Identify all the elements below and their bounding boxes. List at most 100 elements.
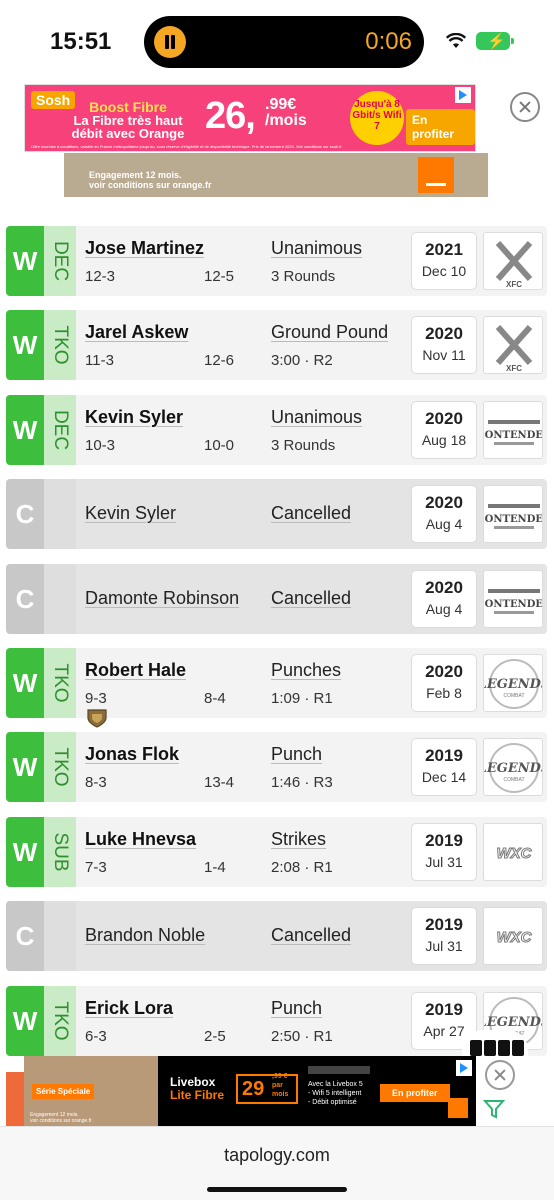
fight-year: 2019 [425, 1000, 463, 1019]
opponent-link[interactable]: Kevin Syler [85, 503, 176, 524]
clock: 15:51 [50, 28, 112, 55]
ad-cta-button[interactable]: En profiter [406, 109, 475, 145]
promotion-logo[interactable]: CONTENDER [483, 570, 543, 628]
date-box[interactable]: 2019 Jul 31 [411, 907, 477, 965]
fight-date: Feb 8 [426, 685, 462, 701]
method-text: TKO [50, 663, 71, 703]
finish-method-link[interactable]: Punches [271, 660, 341, 681]
opponent-link[interactable]: Jose Martinez [85, 238, 204, 259]
date-box[interactable]: 2020 Feb 8 [411, 654, 477, 712]
opponent-link[interactable]: Damonte Robinson [85, 588, 239, 609]
fight-year: 2020 [425, 578, 463, 597]
finish-method-link[interactable]: Punch [271, 744, 322, 765]
ad-cta-button[interactable]: En profiter [380, 1084, 450, 1102]
fight-row[interactable]: W DEC Kevin Syler 10-3 10-0 3 Rounds Unanimous… [6, 395, 547, 465]
adchoices-icon[interactable] [456, 1060, 472, 1076]
svg-text:XFC: XFC [506, 364, 522, 373]
result-badge: W [6, 986, 44, 1056]
result-badge: C [6, 479, 44, 549]
finish-method-link[interactable]: Cancelled [271, 503, 351, 524]
promotion-logo[interactable]: CONTENDER [483, 485, 543, 543]
fight-year: 2020 [425, 409, 463, 428]
ad-fine-print: Offre soumise à conditions, valable en F… [31, 144, 342, 149]
opponent-link[interactable]: Erick Lora [85, 998, 173, 1019]
ad-sub-text: Engagement 12 mois. voir conditions sur … [89, 170, 212, 190]
promotion-logo[interactable]: XFC [483, 232, 543, 290]
contender-logo-icon: CONTENDER [484, 420, 542, 445]
dynamic-island[interactable]: 0:06 [144, 16, 424, 68]
close-ad-icon[interactable] [510, 92, 540, 122]
date-box[interactable]: 2020 Aug 18 [411, 401, 477, 459]
fight-year: 2020 [425, 662, 463, 681]
opponent-record: 10-0 [204, 437, 235, 454]
fight-row[interactable]: W SUB Luke Hnevsa 7-3 1-4 2:08 · R1 Strikes 201… [6, 817, 547, 887]
promotion-logo[interactable]: LEGENDSCOMBAT [483, 654, 543, 712]
date-box[interactable]: 2020 Nov 11 [411, 316, 477, 374]
promotion-logo[interactable]: WXC [483, 907, 543, 965]
fight-date: Jul 31 [425, 854, 463, 870]
fighter-record: 12-3 [85, 268, 116, 285]
opponent-link[interactable]: Jarel Askew [85, 322, 188, 343]
ad-price: 29 ,99 € par mois [236, 1073, 298, 1104]
fight-row[interactable]: W TKO Robert Hale 9-3 8-4 1:09 · R1 Punches 202… [6, 648, 547, 728]
finish-method-link[interactable]: Ground Pound [271, 322, 388, 343]
finish-method-link[interactable]: Unanimous [271, 407, 362, 428]
finish-method-link[interactable]: Unanimous [271, 238, 362, 259]
fight-date: Aug 18 [421, 432, 467, 448]
fighter-record: 7-3 [85, 859, 107, 876]
fight-row[interactable]: W DEC Jose Martinez 12-3 12-5 3 Rounds Unanimo… [6, 226, 547, 296]
promotion-logo[interactable]: XFC [483, 316, 543, 374]
top-ad-subbanner[interactable]: Engagement 12 mois. voir conditions sur … [64, 153, 488, 197]
date-box[interactable]: 2020 Aug 4 [411, 570, 477, 628]
ad-title-1: Livebox [170, 1075, 216, 1089]
ad-sub-text-1: Engagement 12 mois. [89, 170, 182, 180]
fight-year: 2019 [425, 831, 463, 850]
xfc-logo-icon: XFC [495, 241, 533, 289]
date-box[interactable]: 2020 Aug 4 [411, 485, 477, 543]
bottom-ad-banner[interactable]: Série Spéciale Engagement 12 mois. voir … [24, 1056, 476, 1126]
finish-method-link[interactable]: Cancelled [271, 925, 351, 946]
opponent-link[interactable]: Luke Hnevsa [85, 829, 196, 850]
fighter-record: 10-3 [85, 437, 116, 454]
adchoices-icon[interactable] [455, 87, 471, 103]
pause-icon[interactable] [154, 26, 186, 58]
method-label: TKO [44, 986, 76, 1056]
finish-method-link[interactable]: Strikes [271, 829, 326, 850]
method-label: SUB [44, 817, 76, 887]
opponent-record: 2-5 [204, 1028, 226, 1045]
livebox-image [308, 1066, 370, 1074]
date-box[interactable]: 2021 Dec 10 [411, 232, 477, 290]
opponent-link[interactable]: Robert Hale [85, 660, 186, 681]
home-indicator[interactable] [207, 1187, 347, 1192]
filter-icon[interactable] [483, 1098, 505, 1120]
fight-row[interactable]: W TKO Jarel Askew 11-3 12-6 3:00 · R2 Ground P… [6, 310, 547, 380]
fight-date: Aug 4 [425, 601, 463, 617]
promotion-logo[interactable]: WXC [483, 823, 543, 881]
ad-per: /mois [265, 112, 307, 129]
opponent-link[interactable]: Brandon Noble [85, 925, 205, 946]
promotion-logo[interactable]: CONTENDER [483, 401, 543, 459]
fight-row[interactable]: W TKO Jonas Flok 8-3 13-4 1:46 · R3 Punch 2019 D… [6, 732, 547, 802]
finish-method-link[interactable]: Cancelled [271, 588, 351, 609]
fight-row[interactable]: C Damonte Robinson Cancelled 2020 Aug 4 CONTE… [6, 564, 547, 634]
svg-text:WXC: WXC [497, 845, 533, 862]
browser-url-bar[interactable]: tapology.com [0, 1126, 554, 1200]
opponent-link[interactable]: Kevin Syler [85, 407, 183, 428]
opponent-link[interactable]: Jonas Flok [85, 744, 179, 765]
svg-text:COMBAT: COMBAT [503, 693, 524, 699]
ad-feat-3: - Débit optimisé [308, 1099, 357, 1106]
url-text[interactable]: tapology.com [0, 1145, 554, 1166]
date-box[interactable]: 2019 Dec 14 [411, 738, 477, 796]
svg-text:CONTENDER: CONTENDER [484, 599, 543, 610]
finish-method-link[interactable]: Punch [271, 998, 322, 1019]
date-box[interactable]: 2019 Jul 31 [411, 823, 477, 881]
promotion-logo[interactable]: LEGENDSCOMBAT [483, 738, 543, 796]
fight-row[interactable]: C Brandon Noble Cancelled 2019 Jul 31 WXC [6, 901, 547, 971]
fighter-record: 11-3 [85, 352, 114, 369]
fight-detail: 3:00 · R2 [271, 352, 333, 369]
close-ad-icon[interactable] [485, 1060, 515, 1090]
fight-date: Dec 10 [421, 263, 467, 279]
fight-detail: 3 Rounds [271, 437, 336, 454]
top-ad-banner[interactable]: Sosh Boost Fibre La Fibre très haut débi… [24, 84, 476, 152]
fight-row[interactable]: C Kevin Syler Cancelled 2020 Aug 4 CONTENDER [6, 479, 547, 549]
